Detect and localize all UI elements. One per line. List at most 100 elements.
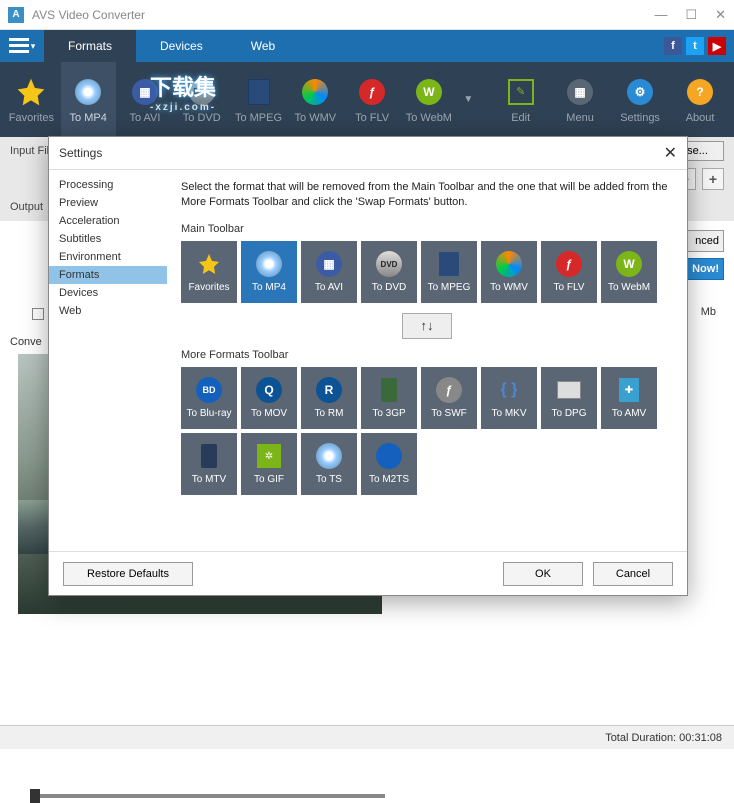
toolbar-to-wmv[interactable]: To WMV — [288, 62, 343, 137]
cancel-button[interactable]: Cancel — [593, 562, 673, 586]
toolbar-more-dropdown[interactable]: ▼ — [458, 62, 478, 137]
settings-dialog: Settings ✕ ProcessingPreviewAcceleration… — [48, 136, 688, 596]
format-icon — [375, 376, 403, 404]
toolbar-to-avi-label: To AVI — [129, 112, 160, 124]
toolbar-to-webm[interactable]: W To WebM — [401, 62, 456, 137]
format-favorites[interactable]: Favorites — [181, 241, 237, 303]
toolbar-favorites[interactable]: Favorites — [4, 62, 59, 137]
format-to-flv[interactable]: ƒTo FLV — [541, 241, 597, 303]
format-to-swf[interactable]: ƒTo SWF — [421, 367, 477, 429]
toolbar-about[interactable]: ? About — [670, 62, 730, 137]
mpeg-icon — [243, 76, 275, 108]
format-label: To DPG — [551, 408, 586, 419]
format-icon — [315, 442, 343, 470]
convert-label: Conve — [10, 336, 42, 348]
toolbar-about-label: About — [686, 112, 715, 124]
sidebar-item-web[interactable]: Web — [49, 302, 167, 320]
edit-icon: ✎ — [505, 76, 537, 108]
format-icon: ✲ — [255, 442, 283, 470]
toolbar-to-avi[interactable]: ▦ To AVI — [118, 62, 173, 137]
toolbar-to-mpeg[interactable]: To MPEG — [231, 62, 286, 137]
format-to-avi[interactable]: ▦To AVI — [301, 241, 357, 303]
format-to-3gp[interactable]: To 3GP — [361, 367, 417, 429]
format-to-webm[interactable]: WTo WebM — [601, 241, 657, 303]
dialog-close-button[interactable]: ✕ — [664, 143, 677, 163]
format-to-dpg[interactable]: To DPG — [541, 367, 597, 429]
format-icon: { } — [495, 376, 523, 404]
toolbar-settings[interactable]: ⚙ Settings — [610, 62, 670, 137]
timeline-slider[interactable] — [30, 789, 385, 803]
format-to-blu-ray[interactable]: BDTo Blu-ray — [181, 367, 237, 429]
toolbar-menu[interactable]: ▦ Menu — [550, 62, 610, 137]
toolbar-edit[interactable]: ✎ Edit — [493, 62, 548, 137]
format-label: To MTV — [192, 474, 226, 485]
format-to-mp4[interactable]: To MP4 — [241, 241, 297, 303]
webm-icon: W — [413, 76, 445, 108]
format-to-mov[interactable]: QTo MOV — [241, 367, 297, 429]
format-icon: ▦ — [315, 250, 343, 278]
sidebar-item-subtitles[interactable]: Subtitles — [49, 230, 167, 248]
format-icon — [255, 250, 283, 278]
restore-defaults-button[interactable]: Restore Defaults — [63, 562, 193, 586]
sidebar-item-devices[interactable]: Devices — [49, 284, 167, 302]
toolbar-to-mp4[interactable]: To MP4 — [61, 62, 116, 137]
format-to-m2ts[interactable]: To M2TS — [361, 433, 417, 495]
format-to-mpeg[interactable]: To MPEG — [421, 241, 477, 303]
format-to-mkv[interactable]: { }To MKV — [481, 367, 537, 429]
swap-formats-button[interactable]: ↑↓ — [402, 313, 452, 339]
tab-formats[interactable]: Formats — [44, 30, 136, 62]
gear-icon: ⚙ — [624, 76, 656, 108]
sidebar-item-environment[interactable]: Environment — [49, 248, 167, 266]
format-icon — [435, 250, 463, 278]
maximize-button[interactable]: ☐ — [685, 7, 697, 23]
youtube-icon[interactable]: ▶ — [708, 37, 726, 55]
main-toolbar-label: Main Toolbar — [181, 223, 673, 235]
format-icon: W — [615, 250, 643, 278]
tab-web[interactable]: Web — [227, 30, 299, 62]
format-to-gif[interactable]: ✲To GIF — [241, 433, 297, 495]
format-to-dvd[interactable]: DVD To DVD — [361, 241, 417, 303]
toolbar-to-flv[interactable]: ƒ To FLV — [345, 62, 400, 137]
format-icon: Q — [255, 376, 283, 404]
about-icon: ? — [684, 76, 716, 108]
minimize-button[interactable]: — — [654, 7, 667, 23]
format-to-mtv[interactable]: To MTV — [181, 433, 237, 495]
format-icon — [195, 442, 223, 470]
format-icon: ƒ — [435, 376, 463, 404]
checkbox[interactable] — [32, 308, 44, 320]
format-to-ts[interactable]: To TS — [301, 433, 357, 495]
toolbar-to-mp4-label: To MP4 — [70, 112, 107, 124]
total-duration: Total Duration: 00:31:08 — [605, 732, 722, 744]
format-label: To DVD — [372, 282, 406, 293]
dialog-title: Settings — [59, 146, 102, 160]
format-to-rm[interactable]: RTo RM — [301, 367, 357, 429]
close-button[interactable]: ✕ — [715, 7, 726, 23]
sidebar-item-acceleration[interactable]: Acceleration — [49, 212, 167, 230]
format-icon — [375, 442, 403, 470]
star-icon — [15, 76, 47, 108]
hamburger-menu-button[interactable]: ▾ — [0, 30, 44, 62]
toolbar-to-dvd[interactable]: DVD To DVD — [174, 62, 229, 137]
toolbar-to-webm-label: To WebM — [406, 112, 452, 124]
main-toolbar-grid: FavoritesTo MP4▦To AVI DVD To DVD To MPEGTo… — [181, 241, 673, 303]
format-to-amv[interactable]: ✚To AMV — [601, 367, 657, 429]
status-bar: Total Duration: 00:31:08 — [0, 725, 734, 749]
add-file-button[interactable]: + — [702, 168, 724, 190]
format-icon: DVD — [375, 250, 403, 278]
dialog-titlebar: Settings ✕ — [49, 137, 687, 169]
toolbar-to-dvd-label: To DVD — [183, 112, 221, 124]
toolbar-to-flv-label: To FLV — [355, 112, 389, 124]
app-icon: A — [8, 7, 24, 23]
sidebar-item-formats[interactable]: Formats — [49, 266, 167, 284]
twitter-icon[interactable]: t — [686, 37, 704, 55]
tab-devices[interactable]: Devices — [136, 30, 227, 62]
sidebar-item-processing[interactable]: Processing — [49, 176, 167, 194]
disc-icon — [72, 76, 104, 108]
format-label: To RM — [315, 408, 344, 419]
ok-button[interactable]: OK — [503, 562, 583, 586]
sidebar-item-preview[interactable]: Preview — [49, 194, 167, 212]
format-label: To TS — [316, 474, 342, 485]
format-to-wmv[interactable]: To WMV — [481, 241, 537, 303]
facebook-icon[interactable]: f — [664, 37, 682, 55]
more-formats-grid: BDTo Blu-rayQTo MOVRTo RMTo 3GPƒTo SWF{ … — [181, 367, 673, 495]
